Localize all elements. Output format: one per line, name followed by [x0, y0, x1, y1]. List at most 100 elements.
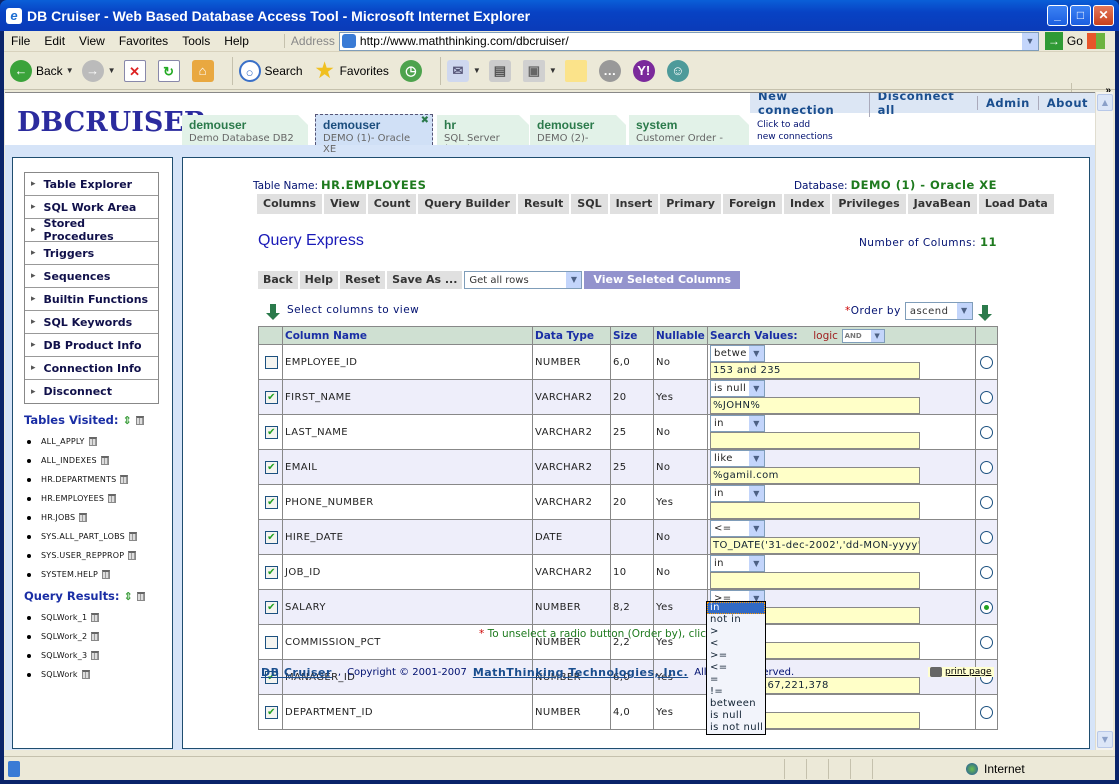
- connection-tab[interactable]: demouser Demo Database DB2 UDB: [182, 115, 308, 145]
- maximize-button[interactable]: □: [1070, 5, 1091, 26]
- trash-icon[interactable]: [135, 415, 144, 425]
- column-checkbox[interactable]: ✔: [265, 390, 278, 404]
- dbcruiser-link[interactable]: DB Cruiser: [261, 666, 332, 679]
- trash-icon[interactable]: [91, 613, 100, 622]
- tab-query-builder[interactable]: Query Builder: [418, 194, 518, 214]
- operator-dropdown-list[interactable]: in not in > < >= <= = != between is null is not nu…: [706, 601, 766, 735]
- trash-icon[interactable]: [81, 670, 90, 679]
- vertical-scrollbar[interactable]: ▲ ▼: [1095, 92, 1113, 750]
- list-item[interactable]: HR.JOBS: [27, 508, 137, 527]
- list-item[interactable]: ALL_APPLY: [27, 432, 137, 451]
- close-tab-icon[interactable]: ✖: [421, 115, 429, 126]
- table-link[interactable]: SYSTEM.HELP: [41, 570, 98, 579]
- trash-icon[interactable]: [136, 591, 145, 601]
- result-link[interactable]: SQLWork_3: [41, 651, 87, 660]
- back-action-button[interactable]: Back: [258, 271, 300, 289]
- connection-tab[interactable]: hr SQL Server (test): [437, 115, 529, 145]
- tab-foreign[interactable]: Foreign: [722, 194, 784, 214]
- note-button[interactable]: [564, 59, 591, 82]
- menu-tools[interactable]: Tools: [175, 34, 217, 48]
- search-value-input[interactable]: %JOHN%: [710, 397, 920, 414]
- refresh-icon[interactable]: ⇕: [123, 414, 132, 427]
- connection-tab-active[interactable]: demouser DEMO (1)- Oracle XE ✖: [315, 114, 433, 155]
- trash-icon[interactable]: [100, 456, 109, 465]
- minimize-button[interactable]: _: [1047, 5, 1068, 26]
- scroll-down-icon[interactable]: ▼: [1097, 731, 1113, 748]
- tab-sql[interactable]: SQL: [571, 194, 610, 214]
- trash-icon[interactable]: [88, 437, 97, 446]
- nav-table-explorer[interactable]: ▸ Table Explorer: [25, 173, 158, 196]
- operator-option[interactable]: >: [707, 626, 765, 638]
- order-by-radio[interactable]: [980, 705, 993, 719]
- operator-select[interactable]: is null ▼: [710, 380, 765, 397]
- edit-dropdown-icon[interactable]: ▼: [549, 66, 557, 75]
- search-value-input[interactable]: [710, 572, 920, 589]
- nav-disconnect[interactable]: ▸ Disconnect: [25, 380, 158, 403]
- tab-index[interactable]: Index: [783, 194, 833, 214]
- nav-sequences[interactable]: ▸ Sequences: [25, 265, 158, 288]
- order-by-radio[interactable]: [980, 460, 993, 474]
- column-checkbox[interactable]: [265, 355, 278, 369]
- discuss-button[interactable]: …: [598, 59, 625, 82]
- list-item[interactable]: HR.DEPARTMENTS: [27, 470, 137, 489]
- list-item[interactable]: ALL_INDEXES: [27, 451, 137, 470]
- nav-builtin-functions[interactable]: ▸ Builtin Functions: [25, 288, 158, 311]
- operator-select[interactable]: in ▼: [710, 415, 765, 432]
- save-as-button[interactable]: Save As ...: [387, 271, 465, 289]
- menu-view[interactable]: View: [72, 34, 112, 48]
- search-button[interactable]: ○ Search: [238, 59, 306, 82]
- operator-option[interactable]: <=: [707, 662, 765, 674]
- trash-icon[interactable]: [101, 570, 110, 579]
- go-button[interactable]: → Go: [1044, 32, 1083, 50]
- reset-button[interactable]: Reset: [339, 271, 388, 289]
- nav-sql-keywords[interactable]: ▸ SQL Keywords: [25, 311, 158, 334]
- nav-triggers[interactable]: ▸ Triggers: [25, 242, 158, 265]
- result-link[interactable]: SQLWork: [41, 670, 78, 679]
- column-checkbox[interactable]: ✔: [265, 600, 278, 614]
- column-checkbox[interactable]: ✔: [265, 460, 278, 474]
- connection-tab[interactable]: demouser DEMO (2)- MySQL: [530, 115, 626, 145]
- operator-option[interactable]: in: [707, 602, 765, 614]
- stop-button[interactable]: ✕: [123, 59, 150, 82]
- column-checkbox[interactable]: ✔: [265, 425, 278, 439]
- trash-icon[interactable]: [108, 494, 117, 503]
- logic-select[interactable]: AND ▼: [841, 328, 885, 343]
- trash-icon[interactable]: [128, 532, 137, 541]
- list-item[interactable]: SYS.ALL_PART_LOBS: [27, 527, 137, 546]
- table-link[interactable]: HR.JOBS: [41, 513, 75, 522]
- operator-option[interactable]: between: [707, 698, 765, 710]
- menu-help[interactable]: Help: [217, 34, 256, 48]
- tab-columns[interactable]: Columns: [257, 194, 325, 214]
- operator-select[interactable]: <= ▼: [710, 520, 765, 537]
- tab-load-data[interactable]: Load Data: [978, 194, 1056, 214]
- nav-db-product-info[interactable]: ▸ DB Product Info: [25, 334, 158, 357]
- operator-option[interactable]: <: [707, 638, 765, 650]
- print-button[interactable]: ▤: [488, 59, 515, 82]
- operator-option[interactable]: is null: [707, 710, 765, 722]
- column-checkbox[interactable]: ✔: [265, 530, 278, 544]
- order-by-radio[interactable]: [980, 390, 993, 404]
- forward-button[interactable]: → ▼: [81, 59, 116, 82]
- search-value-input[interactable]: TO_DATE('31-dec-2002','dd-MON-yyyy'): [710, 537, 920, 554]
- nav-stored-procedures[interactable]: ▸ Stored Procedures: [25, 217, 158, 243]
- search-value-input[interactable]: [710, 432, 920, 449]
- disconnect-all-link[interactable]: Disconnect all: [868, 93, 977, 117]
- address-bar[interactable]: http://www.maththinking.com/dbcruiser/ ▼: [338, 31, 1039, 51]
- table-link[interactable]: SYS.ALL_PART_LOBS: [41, 532, 125, 541]
- table-link[interactable]: SYS.USER_REPPROP: [41, 551, 124, 560]
- tab-result[interactable]: Result: [517, 194, 572, 214]
- operator-select[interactable]: like ▼: [710, 450, 765, 467]
- list-item[interactable]: SYS.USER_REPPROP: [27, 546, 137, 565]
- refresh-button[interactable]: ↻: [157, 59, 184, 82]
- operator-option[interactable]: is not null: [707, 722, 765, 734]
- history-button[interactable]: ◷: [399, 59, 426, 82]
- operator-option[interactable]: !=: [707, 686, 765, 698]
- admin-link[interactable]: Admin: [977, 96, 1038, 110]
- connection-tab[interactable]: system Customer Order - HSQL: [629, 115, 749, 145]
- search-value-input[interactable]: %gamil.com: [710, 467, 920, 484]
- operator-select[interactable]: in ▼: [710, 485, 765, 502]
- close-button[interactable]: ✕: [1093, 5, 1114, 26]
- trash-icon[interactable]: [79, 513, 88, 522]
- tab-count[interactable]: Count: [367, 194, 419, 214]
- address-dropdown-icon[interactable]: ▼: [1021, 32, 1038, 50]
